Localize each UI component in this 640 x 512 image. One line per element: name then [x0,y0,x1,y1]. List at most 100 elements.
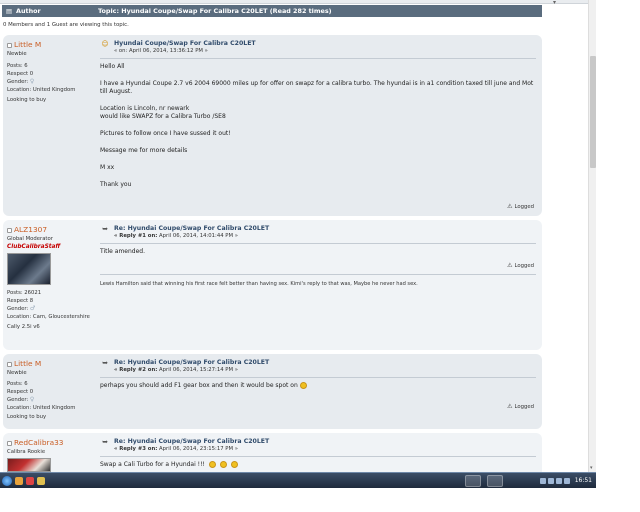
post-message: perhaps you should add F1 gear box and t… [100,382,536,390]
signature: Lewis Hamilton said that winning his fir… [100,281,418,287]
post-subject-link[interactable]: Hyundai Coupe/Swap For Calibra C20LET [114,40,256,47]
warning-icon: ⚠ [507,262,513,269]
poster-name[interactable]: Little M [7,40,95,50]
poster-name-link[interactable]: Little M [14,40,41,50]
message-line: Title amended. [100,248,145,255]
media-icon[interactable] [26,476,34,485]
poster-respect: Respect 8 [7,298,34,304]
post-subject: ➥ Re: Hyundai Coupe/Swap For Calibra C20… [100,359,536,373]
message-line: I have a Hyundai Coupe 2.7 v6 2004 69000… [100,79,534,96]
logged-label: Logged [514,203,534,210]
post-body: ➥ Re: Hyundai Coupe/Swap For Calibra C20… [100,359,536,390]
taskbar-window-button[interactable] [465,474,481,487]
poster-rank: Global Moderator [7,236,53,242]
vertical-scrollbar[interactable]: ▾ [588,0,596,472]
divider [100,58,536,59]
chevron-down-icon[interactable]: ▾ [553,0,556,6]
network-icon[interactable] [555,477,562,484]
logged-indicator: ⚠ Logged [507,403,534,410]
scroll-down-arrow-icon[interactable]: ▾ [590,465,593,471]
post: Little M Newbie Posts: 6 Respect 0 Gende… [3,354,542,429]
author-column-header: ▤ Author [2,7,98,15]
warning-icon: ⚠ [507,203,513,210]
start-button[interactable] [2,475,12,486]
signature-divider [100,274,536,275]
post-date: April 06, 2014, 14:01:44 PM » [159,233,238,239]
message-line: M xx [100,163,115,171]
volume-icon[interactable] [563,477,570,484]
message-line: perhaps you should add F1 gear box and t… [100,382,298,389]
reply-number[interactable]: « Reply #2 on: [114,367,157,373]
female-symbol-icon: ♀ [29,78,35,85]
post-subject: ➥ Re: Hyundai Coupe/Swap For Calibra C20… [100,225,536,239]
logged-indicator: ⚠ Logged [507,262,534,269]
shocked-emoji-icon [208,461,216,468]
poster-rank: Calibra Rookie [7,449,46,455]
divider [100,243,536,244]
poster-location: Location: United Kingdom [7,87,76,93]
poster-gender: Gender: ♀ [7,78,35,85]
viewing-info: 0 Members and 1 Guest are viewing this t… [3,22,129,28]
browser-top-strip: ▾ [0,0,596,6]
post-subject-link[interactable]: Re: Hyundai Coupe/Swap For Calibra C20LE… [114,225,269,232]
avatar [7,253,51,285]
taskbar-window-button[interactable] [487,474,503,487]
post-message: Title amended. [100,248,536,256]
folder-icon[interactable] [37,476,45,485]
reply-number[interactable]: « Reply #3 on: [114,446,157,452]
grin-emoji-icon [299,382,307,389]
tray-icon[interactable] [539,477,546,484]
tray-icon[interactable] [547,477,554,484]
scrollbar-thumb[interactable] [590,56,596,168]
reply-arrow-icon: ➥ [102,225,108,233]
post-meta: « on: April 06, 2014, 13:36:12 PM » [114,48,208,54]
reply-arrow-icon: ➥ [102,438,108,446]
poster-name[interactable]: ALZ1307 [7,225,95,235]
poster-info: Little M Newbie Posts: 6 Respect 0 Gende… [7,359,95,421]
browser-icon[interactable] [15,476,23,485]
message-line: Hello All [100,63,125,70]
logged-label: Logged [514,403,534,410]
divider [100,456,536,457]
poster-rank: Newbie [7,370,27,376]
poster-name[interactable]: Little M [7,359,95,369]
male-symbol-icon: ♂ [29,305,36,312]
status-dot-icon [7,42,12,48]
post-body: ☺ Hyundai Coupe/Swap For Calibra C20LET … [100,40,536,197]
warning-icon: ⚠ [507,403,513,410]
message-line: Location is Lincoln, nr newark would lik… [100,105,226,121]
divider [100,377,536,378]
post-message: Hello All I have a Hyundai Coupe 2.7 v6 … [100,63,536,189]
poster-name-link[interactable]: Little M [14,359,41,369]
poster-name-link[interactable]: RedCalibra33 [14,438,64,448]
poster-name-link[interactable]: ALZ1307 [14,225,47,235]
post: ALZ1307 Global Moderator ClubCalibraStaf… [3,220,542,350]
poster-personal-text: Cally 2.5i v6 [7,324,40,330]
author-label: Author [16,7,41,15]
clock[interactable]: 16:51 [575,477,592,484]
poster-personal-text: Looking to buy [7,414,47,420]
post-meta: « Reply #2 on: April 06, 2014, 15:27:14 … [114,367,269,373]
post-body: ➥ Re: Hyundai Coupe/Swap For Calibra C20… [100,225,536,265]
reply-number[interactable]: « Reply #1 on: [114,233,157,239]
status-dot-icon [7,227,12,233]
poster-info: Little M Newbie Posts: 6 Respect 0 Gende… [7,40,95,104]
topic-header: ▤ Author Topic: Hyundai Coupe/Swap For C… [2,5,542,17]
poster-personal-text: Looking to buy [7,97,47,103]
post-subject-link[interactable]: Re: Hyundai Coupe/Swap For Calibra C20LE… [114,359,269,366]
logged-indicator: ⚠ Logged [507,203,534,210]
post-date: April 06, 2014, 15:27:14 PM » [159,367,238,373]
post-meta: « Reply #1 on: April 06, 2014, 14:01:44 … [114,233,269,239]
post-date: April 06, 2014, 23:15:17 PM » [159,446,238,452]
poster-gender: Gender: ♀ [7,396,35,403]
post-body: ➥ Re: Hyundai Coupe/Swap For Calibra C20… [100,438,536,469]
post-message: Swap a Cali Turbo for a Hyundai !!! [100,461,536,469]
message-line: Pictures to follow once I have sussed it… [100,130,231,138]
logged-label: Logged [514,262,534,269]
message-line: Swap a Cali Turbo for a Hyundai !!! [100,461,205,468]
status-dot-icon [7,440,12,446]
smiley-icon: ☺ [101,40,109,48]
poster-name[interactable]: RedCalibra33 [7,438,95,448]
shocked-emoji-icon [219,461,227,468]
post-subject-link[interactable]: Re: Hyundai Coupe/Swap For Calibra C20LE… [114,438,269,445]
